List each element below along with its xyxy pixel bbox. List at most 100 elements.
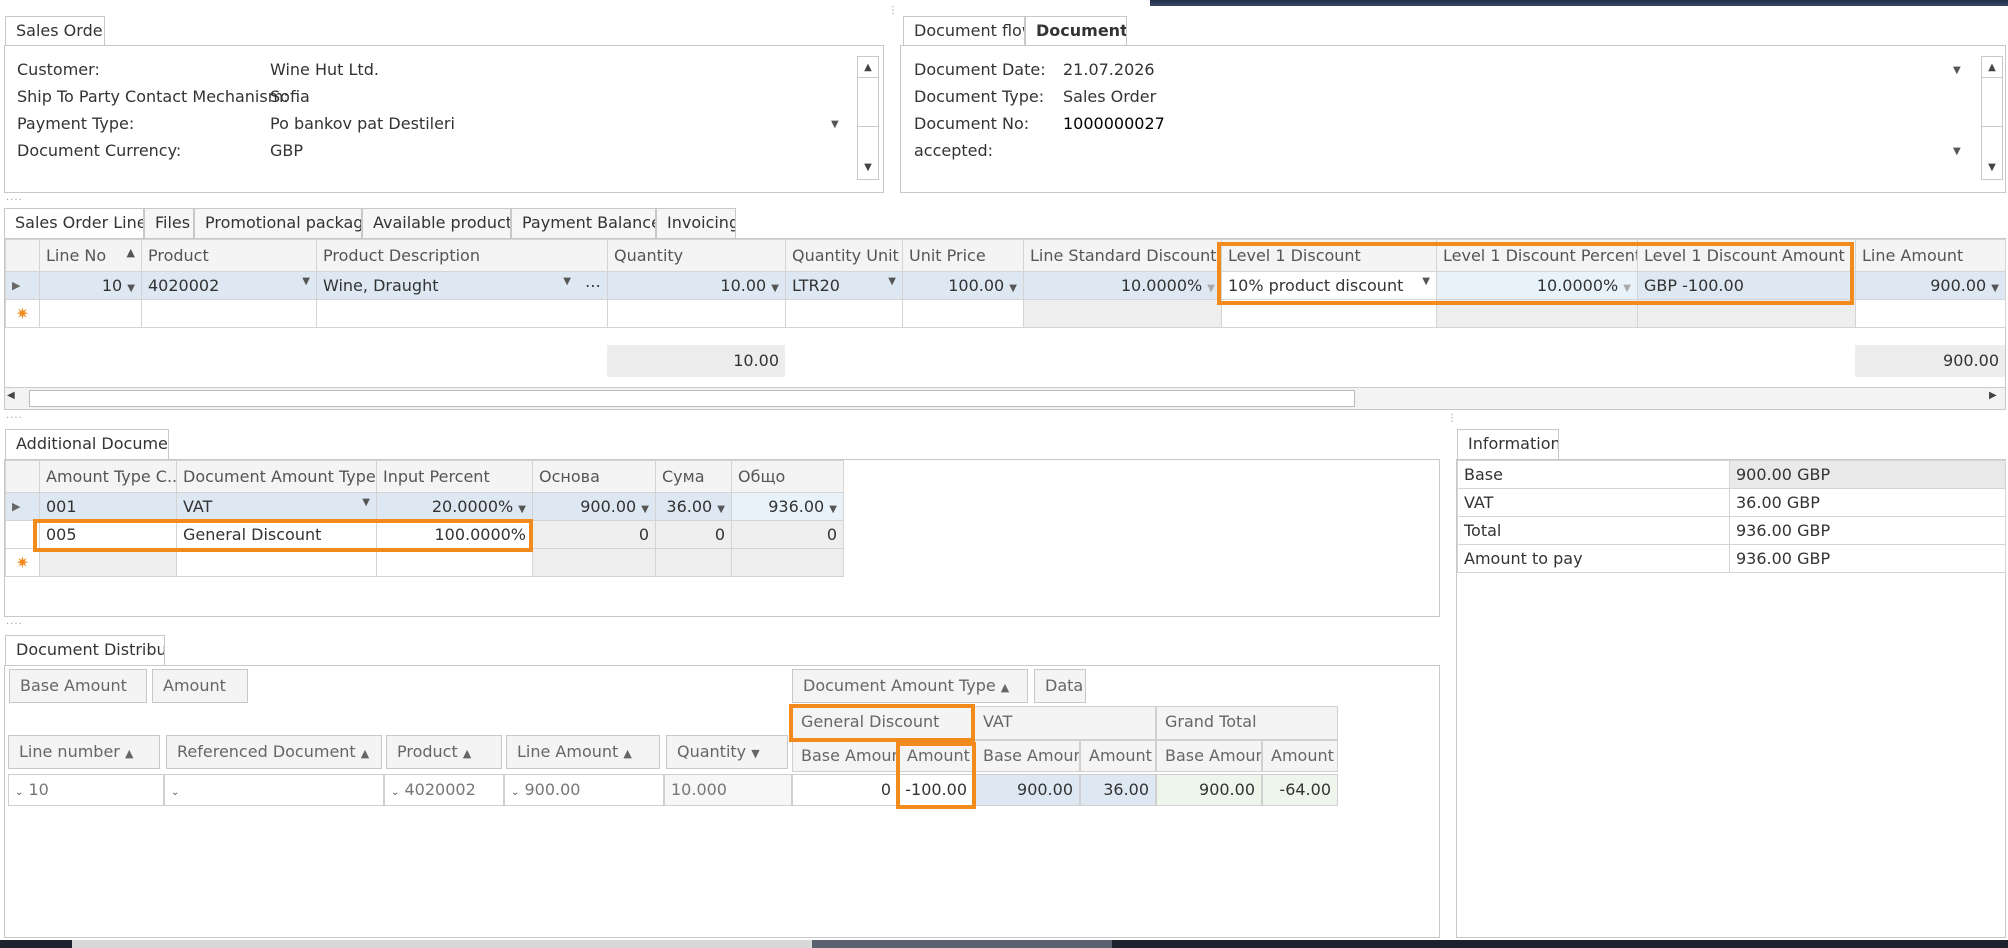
tab-additional-document[interactable]: Additional Document bbox=[5, 429, 169, 459]
chevron-down-icon[interactable]: ⌄ bbox=[511, 787, 519, 798]
cell-gt-base[interactable]: 900.00 bbox=[1156, 774, 1262, 806]
cell-description[interactable]: Wine, Draught ⋯ ▼ bbox=[316, 271, 608, 300]
table-row[interactable]: ▶ 001 VAT ▼ 20.0000% ▼ 900.00 ▼ 36.00 ▼ 9… bbox=[5, 492, 844, 521]
chevron-down-icon[interactable]: ▼ bbox=[1953, 146, 1961, 157]
cell-percent[interactable]: 100.0000% bbox=[376, 520, 533, 549]
col-quantity[interactable]: Quantity bbox=[607, 239, 786, 272]
empty-cell[interactable] bbox=[316, 299, 608, 328]
row-field-product[interactable]: Product ▲ bbox=[386, 735, 502, 769]
customer-value[interactable]: Wine Hut Ltd. bbox=[270, 60, 379, 79]
tab-available-products[interactable]: Available products bbox=[362, 208, 511, 238]
cell-unit[interactable]: LTR20 ▼ bbox=[785, 271, 903, 300]
splitter-grip[interactable]: ⋮ bbox=[1447, 414, 1458, 424]
col-unit-price[interactable]: Unit Price bbox=[902, 239, 1024, 272]
col-level1-discount-amount[interactable]: Level 1 Discount Amount bbox=[1637, 239, 1856, 272]
cell-sum[interactable]: 36.00 ▼ bbox=[655, 492, 732, 521]
empty-cell[interactable] bbox=[1637, 299, 1856, 328]
empty-cell[interactable] bbox=[39, 548, 177, 577]
row-quantity[interactable]: 10.000 bbox=[664, 774, 792, 806]
data-field-amount[interactable]: Amount bbox=[152, 669, 248, 703]
cell-l1-amount[interactable]: GBP -100.00 bbox=[1637, 271, 1856, 300]
row-field-referenced-document[interactable]: Referenced Document ▲ bbox=[166, 735, 382, 769]
col-level1-discount-percent[interactable]: Level 1 Discount Percent bbox=[1436, 239, 1638, 272]
table-row[interactable]: 005 General Discount 100.0000% 0 0 0 bbox=[5, 520, 844, 549]
tab-invoicing[interactable]: Invoicing bbox=[656, 208, 736, 238]
cell-vat-amount[interactable]: 36.00 bbox=[1080, 774, 1156, 806]
chevron-down-icon[interactable]: ▼ bbox=[1953, 65, 1961, 76]
cell-code[interactable]: 005 bbox=[39, 520, 177, 549]
data-field-base-amount[interactable]: Base Amount bbox=[9, 669, 147, 703]
chevron-down-icon[interactable]: ▼ bbox=[1422, 276, 1430, 287]
chevron-down-icon[interactable]: ▼ bbox=[1623, 283, 1631, 294]
col-level1-discount[interactable]: Level 1 Discount bbox=[1221, 239, 1437, 272]
cell-vat-base[interactable]: 900.00 bbox=[974, 774, 1080, 806]
empty-cell[interactable] bbox=[1023, 299, 1222, 328]
horizontal-scrollbar[interactable]: ◀ ▶ bbox=[5, 387, 2005, 409]
col-line-standard-discount[interactable]: Line Standard Discount ... bbox=[1023, 239, 1222, 272]
empty-cell[interactable] bbox=[1436, 299, 1638, 328]
splitter-grip[interactable]: ···· bbox=[6, 620, 23, 630]
row-field-line-amount[interactable]: Line Amount ▲ bbox=[506, 735, 660, 769]
scroll-up-icon[interactable]: ▲ bbox=[1982, 57, 2002, 77]
empty-cell[interactable] bbox=[376, 548, 533, 577]
scroll-right-icon[interactable]: ▶ bbox=[1989, 390, 1997, 401]
cell-line-no[interactable]: 10 ▼ bbox=[39, 271, 142, 300]
empty-cell[interactable] bbox=[1221, 299, 1437, 328]
empty-cell[interactable] bbox=[731, 548, 844, 577]
splitter-grip[interactable]: ···· bbox=[6, 196, 23, 206]
info-value[interactable]: 936.00 GBP bbox=[1729, 544, 2006, 573]
currency-value[interactable]: GBP bbox=[270, 141, 303, 160]
cell-std-discount[interactable]: 10.0000% ▼ bbox=[1023, 271, 1222, 300]
chevron-down-icon[interactable]: ⌄ bbox=[171, 787, 179, 798]
cell-l1-discount[interactable]: 10% product discount ▼ bbox=[1221, 271, 1437, 300]
scroll-down-icon[interactable]: ▼ bbox=[858, 157, 878, 177]
empty-cell[interactable] bbox=[1855, 299, 2006, 328]
tab-information[interactable]: Information bbox=[1457, 429, 1559, 459]
tab-payment-balances[interactable]: Payment Balances bbox=[511, 208, 656, 238]
vertical-scrollbar[interactable]: ▲ ▼ bbox=[1981, 56, 2003, 180]
col-amount-type-code[interactable]: Amount Type C... bbox=[39, 460, 177, 493]
cell-unit-price[interactable]: 100.00 ▼ bbox=[902, 271, 1024, 300]
tab-document-flow[interactable]: Document flow bbox=[903, 16, 1025, 46]
splitter-grip[interactable]: ···· bbox=[6, 414, 23, 424]
cell-gt-amount[interactable]: -64.00 bbox=[1262, 774, 1338, 806]
cell-gd-base[interactable]: 0 bbox=[792, 774, 898, 806]
col-osnova[interactable]: Основа bbox=[532, 460, 656, 493]
chevron-down-icon[interactable]: ▼ bbox=[1991, 283, 1999, 294]
info-value[interactable]: 936.00 GBP bbox=[1729, 516, 2006, 545]
cell-gd-amount[interactable]: -100.00 bbox=[898, 774, 974, 806]
chevron-down-icon[interactable]: ▼ bbox=[831, 119, 839, 130]
tab-sales-order-lines[interactable]: Sales Order Lines bbox=[4, 208, 144, 238]
cell-l1-percent[interactable]: 10.0000% ▼ bbox=[1436, 271, 1638, 300]
cell-type[interactable]: General Discount bbox=[176, 520, 377, 549]
chevron-down-icon[interactable]: ⌄ bbox=[15, 787, 23, 798]
scroll-thumb[interactable] bbox=[1982, 77, 2002, 127]
row-line-amount[interactable]: ⌄ 900.00 bbox=[504, 774, 664, 806]
empty-cell[interactable] bbox=[141, 299, 317, 328]
chevron-down-icon[interactable]: ▼ bbox=[717, 504, 725, 515]
chevron-down-icon[interactable]: ▼ bbox=[771, 283, 779, 294]
col-document-amount-type[interactable]: Document Amount Type bbox=[176, 460, 377, 493]
splitter-grip[interactable]: ⋮ bbox=[888, 6, 899, 16]
cell-product[interactable]: 4020002 ▼ bbox=[141, 271, 317, 300]
scroll-thumb[interactable] bbox=[858, 77, 878, 127]
chevron-down-icon[interactable]: ▼ bbox=[302, 276, 310, 287]
tab-files[interactable]: Files bbox=[144, 208, 194, 238]
row-field-line-number[interactable]: Line number ▲ bbox=[8, 735, 160, 769]
chevron-down-icon[interactable]: ▼ bbox=[518, 504, 526, 515]
tab-document[interactable]: Document bbox=[1025, 16, 1127, 46]
empty-cell[interactable] bbox=[655, 548, 732, 577]
chevron-down-icon[interactable]: ▼ bbox=[888, 276, 896, 287]
column-field-document-amount-type[interactable]: Document Amount Type ▲ bbox=[792, 669, 1028, 703]
scroll-track[interactable] bbox=[858, 127, 878, 157]
chevron-down-icon[interactable]: ▼ bbox=[829, 504, 837, 515]
tab-sales-order[interactable]: Sales Order bbox=[5, 16, 105, 46]
chevron-down-icon[interactable]: ▼ bbox=[563, 276, 571, 287]
chevron-down-icon[interactable]: ▼ bbox=[641, 504, 649, 515]
document-no-value[interactable]: 1000000027 bbox=[1063, 114, 1165, 133]
table-row[interactable]: ▶ 10 ▼ 4020002 ▼ Wine, Draught ⋯ ▼ 10.00 ▼ … bbox=[5, 271, 2006, 300]
row-line-number[interactable]: ⌄ 10 bbox=[8, 774, 164, 806]
column-field-data[interactable]: Data bbox=[1034, 669, 1086, 703]
cell-percent[interactable]: 20.0000% ▼ bbox=[376, 492, 533, 521]
col-line-no[interactable]: Line No ▲ bbox=[39, 239, 142, 272]
